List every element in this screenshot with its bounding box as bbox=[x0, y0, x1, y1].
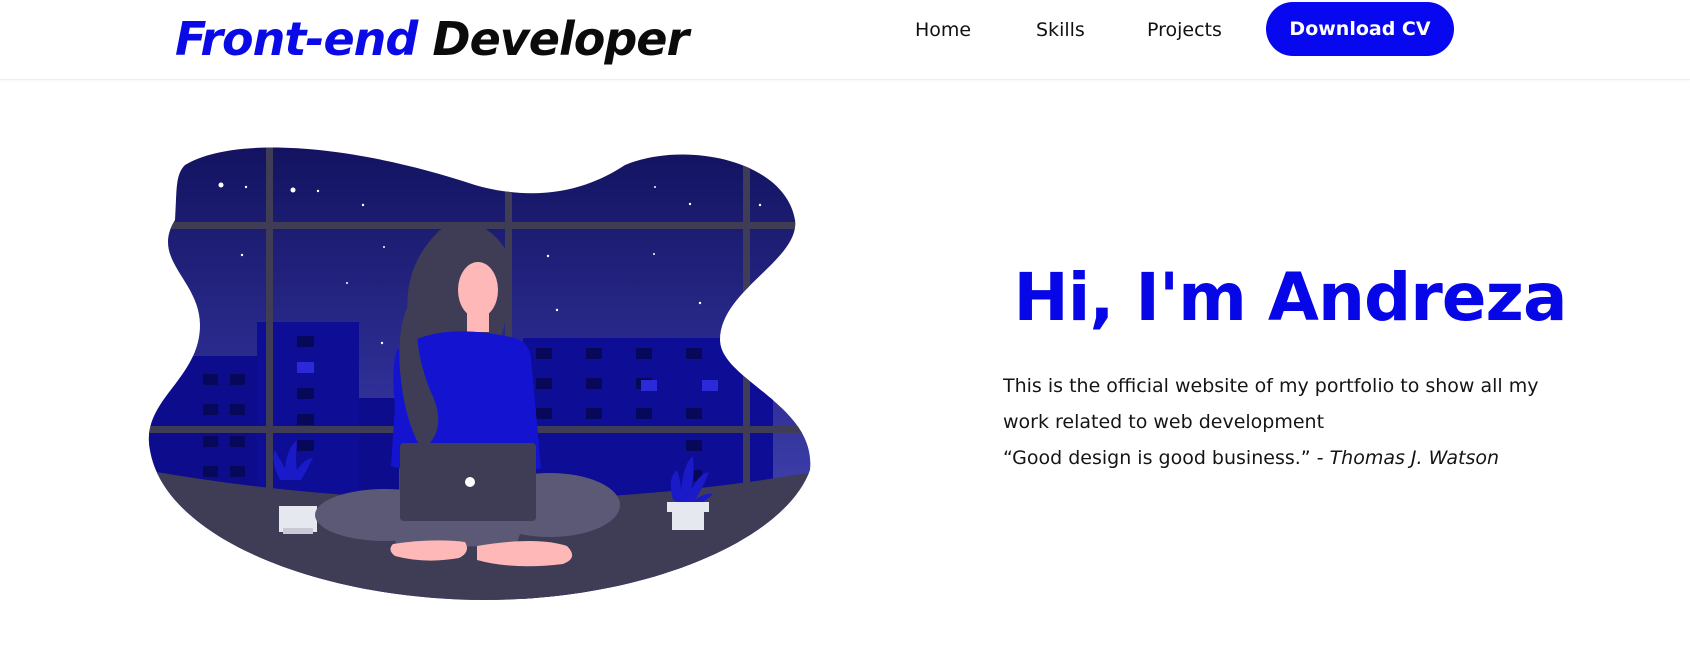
nav-link-home[interactable]: Home bbox=[915, 18, 971, 42]
hero-description: This is the official website of my portf… bbox=[1003, 368, 1603, 476]
hero-illustration bbox=[145, 140, 825, 600]
description-line-2: work related to web development bbox=[1003, 411, 1325, 433]
quote-author: - Thomas J. Watson bbox=[1316, 447, 1500, 469]
nav-link-projects[interactable]: Projects bbox=[1147, 18, 1222, 42]
top-navbar: Front-end Developer Home Skills Projects… bbox=[0, 0, 1690, 80]
description-line-1: This is the official website of my portf… bbox=[1003, 375, 1539, 397]
quote-text: “Good design is good business.” bbox=[1003, 447, 1317, 469]
nav-link-skills[interactable]: Skills bbox=[1036, 18, 1085, 42]
download-cv-button[interactable]: Download CV bbox=[1266, 2, 1454, 56]
hero-title: Hi, I'm Andreza bbox=[1013, 259, 1568, 336]
main-nav: Home Skills Projects Download CV bbox=[0, 0, 1690, 80]
quote-line: “Good design is good business.” - Thomas… bbox=[1003, 440, 1603, 476]
woman-laptop-night-illustration bbox=[148, 147, 811, 600]
